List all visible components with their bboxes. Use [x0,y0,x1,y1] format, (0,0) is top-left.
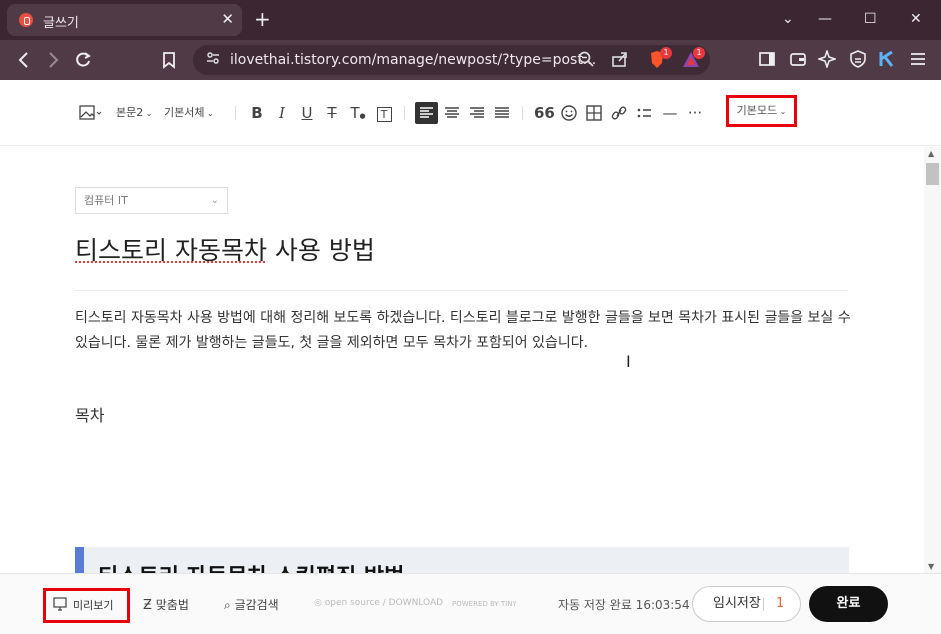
draft-count[interactable]: 1 [776,587,784,621]
tab-title: 글쓰기 [43,16,79,31]
text-cursor-icon: I [626,352,631,371]
spellcheck-icon: Ƶ [143,598,152,613]
link-icon[interactable] [609,102,629,124]
draft-divider [763,598,764,611]
align-left-icon[interactable] [415,102,438,124]
leo-ai-icon[interactable] [816,48,838,73]
paragraph-style-label: 본문2 [116,106,144,119]
title-divider [75,290,848,291]
heading-block[interactable]: 티스토리 자동목차 스킨편집 방법 [75,547,849,573]
bookmark-icon[interactable] [161,50,177,75]
wallet-icon[interactable] [789,50,807,73]
tistory-favicon-icon [19,13,33,27]
menu-icon[interactable] [909,50,927,73]
address-bar[interactable]: ilovethai.tistory.com/manage/newpost/?ty… [193,45,710,75]
brave-rewards-icon[interactable]: 1 [682,47,705,69]
editor-mode-dropdown[interactable]: 기본모드 ⌄ [726,95,797,127]
italic-icon[interactable]: I [273,102,291,124]
category-select[interactable]: 컴퓨터 IT ⌄ [75,187,228,214]
quote-icon[interactable]: 66 [534,102,555,124]
editor-scrollbar[interactable]: ▲ ▼ [924,147,941,573]
align-right-icon[interactable] [466,102,488,124]
more-options-icon[interactable]: ··· [684,102,706,124]
opensource-link[interactable]: ◎ open source / DOWNLOAD [314,598,443,608]
reload-icon[interactable] [73,50,93,75]
browser-tab-bar: 글쓰기 ✕ + ⌄ — ☐ ✕ [0,0,941,40]
chevron-down-icon: ⌄ [777,107,787,116]
spellcheck-label: 맞춤법 [155,598,189,612]
content-search-label: 글감검색 [234,598,279,612]
text-color-icon[interactable]: T● [348,102,368,124]
spellcheck-button[interactable]: Ƶ 맞춤법 [143,596,189,613]
chevron-down-icon: ⌄ [204,109,214,118]
font-label: 기본서체 [164,106,205,119]
spellcheck-underline [75,260,265,263]
browser-nav-bar: ilovethai.tistory.com/manage/newpost/?ty… [0,40,941,80]
sidebar-icon[interactable] [758,50,776,73]
powered-by-tiny: POWERED BY TINY [452,600,517,608]
editor-bottom-bar: 미리보기 Ƶ 맞춤법 ⌕ 글감검색 ◎ open source / DOWNLO… [0,573,941,634]
share-icon[interactable] [611,50,629,73]
scrollbar-thumb[interactable] [926,163,939,185]
brave-shields-icon[interactable]: 1 [649,47,672,69]
preview-label: 미리보기 [73,599,114,612]
align-justify-icon[interactable] [491,102,513,124]
content-search-icon: ⌕ [224,598,231,612]
table-icon[interactable] [584,102,604,124]
scroll-down-icon[interactable]: ▼ [928,562,934,571]
font-dropdown[interactable]: 기본서체 ⌄ [164,102,214,124]
close-window-button[interactable]: ✕ [910,10,922,28]
list-icon[interactable] [634,102,654,124]
opensource-label: open source / DOWNLOAD [324,598,444,608]
brave-rewards-badge: 1 [693,47,705,59]
bold-icon[interactable]: B [248,102,266,124]
heading-text: 티스토리 자동목차 스킨편집 방법 [98,559,404,573]
vpn-shield-icon[interactable] [849,50,867,73]
editor-area[interactable]: 컴퓨터 IT ⌄ 티스토리 자동목차 사용 방법 티스토리 자동목차 사용 방법… [0,147,924,573]
monitor-icon [53,597,67,611]
paragraph-style-dropdown[interactable]: 본문2 ⌄ [116,102,153,124]
toolbar-divider [235,106,236,120]
draft-save-button[interactable]: 임시저장 1 [692,586,801,622]
category-value: 컴퓨터 IT [84,194,128,207]
align-center-icon[interactable] [441,102,463,124]
toc-label[interactable]: 목차 [75,402,104,426]
site-settings-icon[interactable] [205,50,221,71]
strikethrough-icon[interactable]: T [323,102,341,124]
toolbar-divider [404,106,405,120]
insert-image-icon[interactable] [78,102,104,124]
chevron-down-icon: ⌄ [143,109,153,118]
back-icon[interactable] [16,50,32,75]
editor-mode-label: 기본모드 [736,104,778,117]
body-paragraph[interactable]: 티스토리 자동목차 사용 방법에 대해 정리해 보도록 하겠습니다. 티스토리 … [75,306,855,356]
toolbar-divider [522,106,523,120]
forward-icon[interactable] [45,50,61,75]
draft-save-label: 임시저장 [713,596,761,611]
underline-icon[interactable]: U [298,102,316,124]
content-search-button[interactable]: ⌕ 글감검색 [224,596,279,613]
text-background-icon[interactable]: T [375,102,393,124]
brave-shields-badge: 1 [660,47,672,59]
url-text: ilovethai.tistory.com/manage/newpost/?ty… [230,52,597,68]
zoom-icon[interactable] [577,50,595,73]
chevron-down-icon: ⌄ [210,195,219,206]
scroll-up-icon[interactable]: ▲ [928,149,934,158]
emoticon-icon[interactable] [559,102,579,124]
publish-button[interactable]: 완료 [809,586,888,622]
editor-toolbar: 본문2 ⌄ 기본서체 ⌄ B I U T T● T 66 — ··· 기본모드 … [0,80,941,146]
new-tab-button[interactable]: + [254,8,271,30]
preview-button[interactable]: 미리보기 [43,588,130,623]
browser-tab[interactable]: 글쓰기 ✕ [7,4,242,36]
tab-close-icon[interactable]: ✕ [221,9,234,29]
maximize-button[interactable]: ☐ [864,10,877,28]
autosave-status: 자동 저장 완료 16:03:54 [558,598,690,612]
extension-k-icon[interactable] [878,50,896,73]
minimize-button[interactable]: — [818,10,832,28]
horizontal-line-icon[interactable]: — [659,102,681,124]
tab-search-icon[interactable]: ⌄ [782,10,794,28]
opensource-icon: ◎ [314,598,325,608]
